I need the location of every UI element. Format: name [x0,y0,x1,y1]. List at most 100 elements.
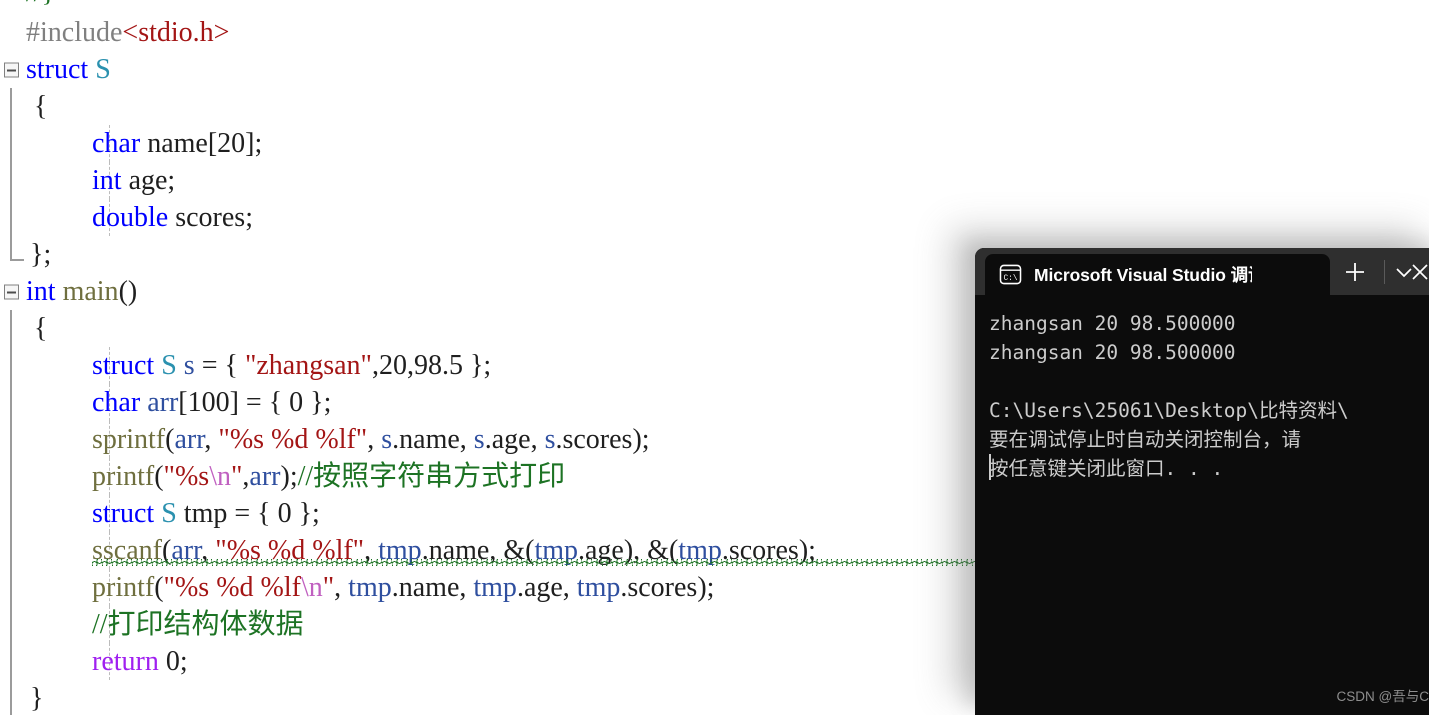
console-caret [989,454,991,480]
code-line-struct-open: { [0,88,47,126]
fold-bar [10,680,12,715]
code-line-init-arr: char arr[100] = { 0 }; [0,384,331,422]
comma4: , [530,424,545,455]
toolbar-divider [1384,260,1385,284]
arg-s-scores: s [544,424,556,455]
fold-bar [10,125,12,163]
code-text-printf-1: printf("%s\n",arr);//按照字符串方式打印 [92,458,565,495]
dot2: . [484,424,492,455]
code-text-sprintf: sprintf(arr, "%s %d %lf", s.name, s.age,… [92,421,650,458]
fold-collapse-icon[interactable] [4,284,19,300]
svg-text:C:\: C:\ [1003,274,1017,283]
debug-console-window[interactable]: C:\ Microsoft Visual Studio 调试控制台 zhangs… [975,248,1429,715]
console-tab-active[interactable]: C:\ Microsoft Visual Studio 调试控制台 [985,254,1330,295]
code-line-init-s: struct S s = { "zhangsan",20,98.5 }; [0,347,491,385]
gutter-return [0,643,26,681]
comma2: , [367,424,382,455]
code-text-field-age: int age; [92,162,175,199]
function-printf: printf [92,572,155,603]
comment-token: //} [26,0,55,8]
function-main: main [55,276,119,307]
keyword-struct: struct [92,350,155,381]
new-tab-plus-icon[interactable] [1343,260,1367,284]
console-output-line: 按任意键关闭此窗口. . . [989,457,1224,480]
gutter-field-name [0,125,26,163]
console-output-area[interactable]: zhangsan 20 98.500000 zhangsan 20 98.500… [975,295,1429,715]
field-name-rest: name[20]; [140,128,263,159]
fold-bar [10,532,12,570]
gutter-printf-1 [0,458,26,496]
arg-tmp2: tmp [473,572,517,603]
keyword-int: int [92,165,122,196]
arg-arr: arr [174,424,205,455]
member-age: age [491,424,531,455]
fold-collapse-icon[interactable] [4,62,19,78]
gutter-init-s [0,347,26,385]
string-close: " [230,461,243,492]
dot: . [391,572,399,603]
code-text-main-close: } [30,680,43,715]
member-age: age [523,572,563,603]
gutter-brace-open [0,88,26,126]
keyword-return: return [92,646,159,677]
comma3: , [459,424,474,455]
fold-bar [10,347,12,385]
var-arr: arr [140,387,179,418]
fold-bar [10,236,12,260]
field-scores-rest: scores; [168,202,253,233]
type-name-s: S [95,54,111,85]
function-sprintf: sprintf [92,424,166,455]
member-name: name [398,572,460,603]
code-text-comment-struct: //打印结构体数据 [92,606,304,643]
escape-newline: \n [209,461,231,492]
code-line-main-decl: int main() [0,273,137,310]
main-parens: () [118,276,138,307]
gutter-main-close [0,680,26,715]
type-name-s: S [161,498,177,529]
console-output-line: 要在调试停止时自动关闭控制台，请 [989,428,1302,451]
gutter-field-age [0,162,26,200]
fold-bar [10,458,12,496]
code-text-include: #include<stdio.h> [26,14,229,51]
close-paren: ); [697,572,715,603]
fold-bar-foot [10,259,24,262]
keyword-int-main: int [26,276,56,307]
code-text-partial: //} [26,0,55,11]
chevron-down-icon[interactable] [1393,261,1415,283]
console-titlebar[interactable]: C:\ Microsoft Visual Studio 调试控制台 [975,248,1429,295]
gutter-printf-2 [0,569,26,607]
brace-open: { [34,91,48,122]
code-line-field-scores: double scores; [0,199,253,237]
code-line-struct-decl: struct S [0,51,111,88]
console-output-line: C:\Users\25061\Desktop\比特资料\ [989,399,1349,422]
format-string: "%s %d %lf" [218,424,368,455]
code-text-struct-decl: struct S [26,51,111,88]
gutter-field-scores [0,199,26,237]
code-text-printf-2: printf("%s %d %lf\n", tmp.name, tmp.age,… [92,569,714,606]
watermark-label: CSDN @吾与C [1336,689,1429,704]
fold-bar [10,643,12,681]
arr-rest: [100] = { 0 }; [178,387,332,418]
console-output-line: zhangsan 20 98.500000 [989,341,1236,364]
gutter-main [0,273,26,310]
fold-bar [10,569,12,607]
comment-print-as-string: //按照字符串方式打印 [297,461,566,492]
gutter-struct-close [0,236,26,273]
fold-bar [10,421,12,459]
fold-bar [10,310,12,348]
fold-bar [10,162,12,200]
include-header: <stdio.h> [122,17,230,48]
assign-open: = { [194,350,245,381]
console-output-line-blank [989,367,1429,396]
code-text-field-scores: double scores; [92,199,253,236]
code-text-init-arr: char arr[100] = { 0 }; [92,384,331,421]
code-line-sprintf: sprintf(arr, "%s %d %lf", s.name, s.age,… [0,421,650,459]
member-scores: scores [562,424,633,455]
comma2: , [459,572,474,603]
string-close: " [322,572,335,603]
code-line-partial: //} [0,0,55,11]
string-open: "%s [163,461,210,492]
code-line-comment-struct: //打印结构体数据 [0,606,304,644]
function-printf: printf [92,461,155,492]
fold-bar [10,199,12,237]
